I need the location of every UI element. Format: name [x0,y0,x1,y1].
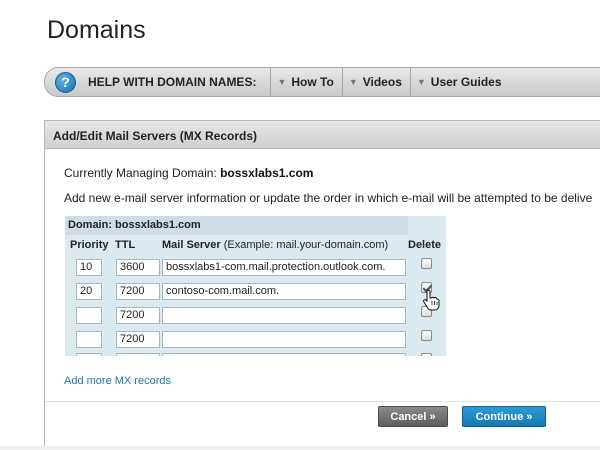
mx-records-panel: Add/Edit Mail Servers (MX Records) Curre… [44,120,600,450]
help-bar-label: HELP WITH DOMAIN NAMES: [88,75,257,89]
help-menu-videos-label: Videos [362,75,402,89]
dropdown-arrow-icon: ▼ [416,77,426,87]
ttl-input[interactable]: 7200 [116,307,160,324]
help-menu-how-to[interactable]: ▼ How To [270,68,341,96]
delete-checkbox[interactable] [421,258,432,269]
mail-server-input[interactable] [162,353,406,356]
priority-input[interactable]: 20 [76,283,102,300]
priority-input[interactable]: 10 [76,259,102,276]
managing-domain-text: Currently Managing Domain: bossxlabs1.co… [64,166,313,180]
hand-cursor-icon [423,289,440,311]
help-bar: ? HELP WITH DOMAIN NAMES: ▼ How To ▼ Vid… [44,67,600,97]
priority-input[interactable] [76,331,102,348]
mail-server-header-label: Mail Server [162,239,221,251]
dropdown-arrow-icon: ▼ [348,77,358,87]
page-title: Domains [47,16,146,44]
ttl-column-header: TTL [115,239,136,251]
ttl-input[interactable]: 7200 [116,283,160,300]
dropdown-arrow-icon: ▼ [277,77,287,87]
delete-checkbox[interactable] [421,353,432,356]
mail-server-input[interactable]: bossxlabs1-com.mail.protection.outlook.c… [162,259,406,276]
help-menu-user-guides-label: User Guides [430,75,502,89]
bottom-divider [0,446,600,450]
instructions-text: Add new e-mail server information or upd… [64,191,593,205]
ttl-input[interactable]: 3600 [116,259,160,276]
mail-server-header-example: (Example: mail.your-domain.com) [223,239,389,251]
help-icon[interactable]: ? [55,71,76,93]
managing-domain-value: bossxlabs1.com [220,166,314,180]
footer-divider [45,401,600,402]
continue-button[interactable]: Continue » [462,406,546,427]
help-menu-videos[interactable]: ▼ Videos [341,68,410,96]
managing-domain-label: Currently Managing Domain: [64,166,217,180]
add-more-mx-records-link[interactable]: Add more MX records [64,375,171,387]
mail-server-input[interactable] [162,331,406,348]
ttl-input[interactable] [116,353,160,356]
mail-server-input[interactable]: contoso-com.mail.com. [162,283,406,300]
help-menu-how-to-label: How To [291,75,334,89]
cancel-button[interactable]: Cancel » [378,406,448,427]
priority-input[interactable] [76,307,102,324]
ttl-input[interactable]: 7200 [116,331,160,348]
mail-server-column-header: Mail Server (Example: mail.your-domain.c… [162,239,388,251]
help-menu-user-guides[interactable]: ▼ User Guides [409,68,510,96]
panel-title: Add/Edit Mail Servers (MX Records) [45,121,600,149]
table-domain-label: Domain: bossxlabs1.com [65,216,408,235]
priority-column-header: Priority [70,239,109,251]
delete-column-header: Delete [408,239,442,251]
mx-records-table: Domain: bossxlabs1.com Priority TTL Mail… [65,216,446,356]
mail-server-input[interactable] [162,307,406,324]
delete-checkbox[interactable] [421,330,432,341]
priority-input[interactable] [76,353,102,356]
